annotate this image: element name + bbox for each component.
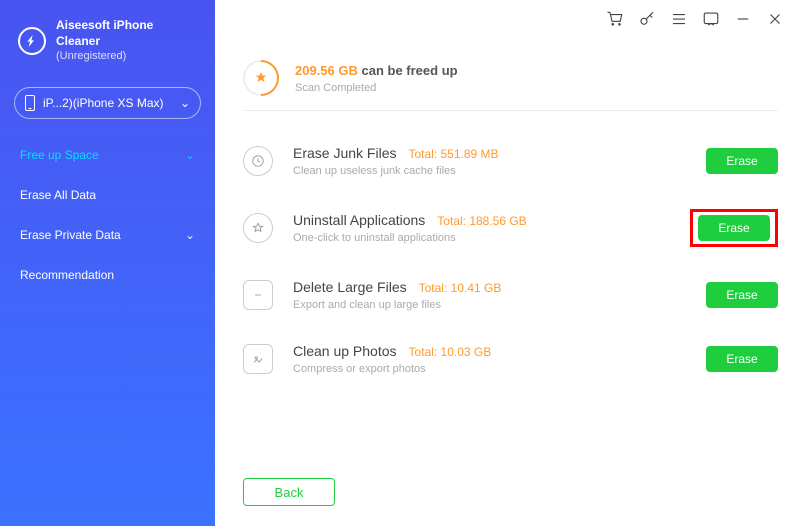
summary-text: 209.56 GB can be freed up Scan Completed [295, 63, 458, 94]
minimize-icon[interactable] [734, 10, 752, 28]
row-photos: Clean up Photos Total: 10.03 GB Compress … [243, 327, 778, 391]
scan-progress-icon [243, 60, 279, 96]
brand: Aiseesoft iPhone Cleaner (Unregistered) [0, 18, 215, 79]
sidebar-item-erase-all[interactable]: Erase All Data [0, 175, 215, 215]
key-icon[interactable] [638, 10, 656, 28]
highlight-box: Erase [690, 209, 778, 247]
phone-icon [25, 95, 35, 111]
brand-logo-icon [18, 27, 46, 55]
chevron-down-icon: ⌄ [185, 148, 195, 162]
sidebar-item-label: Erase All Data [20, 188, 96, 202]
divider [243, 110, 778, 111]
freeable-suffix: can be freed up [362, 63, 458, 78]
sidebar-item-label: Free up Space [20, 148, 99, 162]
row-desc: One-click to uninstall applications [293, 232, 690, 244]
row-total: Total: 10.41 GB [419, 281, 502, 295]
scan-status: Scan Completed [295, 82, 458, 94]
scan-summary: 209.56 GB can be freed up Scan Completed [243, 60, 778, 96]
sidebar: Aiseesoft iPhone Cleaner (Unregistered) … [0, 0, 215, 526]
chevron-down-icon: ⌄ [185, 228, 195, 242]
row-title: Erase Junk Files [293, 145, 396, 161]
row-large-files: Delete Large Files Total: 10.41 GB Export… [243, 263, 778, 327]
row-desc: Clean up useless junk cache files [293, 165, 706, 177]
feedback-icon[interactable] [702, 10, 720, 28]
brand-text: Aiseesoft iPhone Cleaner (Unregistered) [56, 18, 197, 63]
sidebar-item-label: Erase Private Data [20, 228, 121, 242]
row-total: Total: 10.03 GB [409, 345, 492, 359]
freeable-size: 209.56 GB [295, 63, 358, 78]
row-title: Delete Large Files [293, 279, 407, 295]
row-title: Clean up Photos [293, 343, 397, 359]
sidebar-item-recommendation[interactable]: Recommendation [0, 255, 215, 295]
sidebar-item-label: Recommendation [20, 268, 114, 282]
erase-button[interactable]: Erase [706, 346, 778, 372]
star-icon [243, 213, 273, 243]
clock-icon [243, 146, 273, 176]
chevron-down-icon: ⌄ [180, 96, 190, 110]
cart-icon[interactable] [606, 10, 624, 28]
row-desc: Export and clean up large files [293, 299, 706, 311]
back-button[interactable]: Back [243, 478, 335, 506]
image-icon [243, 344, 273, 374]
sidebar-item-erase-private[interactable]: Erase Private Data ⌄ [0, 215, 215, 255]
device-selector[interactable]: iP...2)(iPhone XS Max) ⌄ [14, 87, 201, 119]
main-content: 209.56 GB can be freed up Scan Completed… [215, 0, 800, 526]
brand-title: Aiseesoft iPhone Cleaner [56, 18, 197, 49]
row-title: Uninstall Applications [293, 212, 425, 228]
close-icon[interactable] [766, 10, 784, 28]
row-uninstall-apps: Uninstall Applications Total: 188.56 GB O… [243, 193, 778, 263]
sidebar-item-freeup[interactable]: Free up Space ⌄ [0, 135, 215, 175]
row-total: Total: 551.89 MB [408, 147, 498, 161]
row-desc: Compress or export photos [293, 363, 706, 375]
menu-icon[interactable] [670, 10, 688, 28]
titlebar [606, 10, 784, 28]
device-label: iP...2)(iPhone XS Max) [43, 96, 180, 110]
document-icon [243, 280, 273, 310]
erase-button[interactable]: Erase [698, 215, 770, 241]
row-junk-files: Erase Junk Files Total: 551.89 MB Clean u… [243, 129, 778, 193]
brand-subtitle: (Unregistered) [56, 49, 197, 63]
erase-button[interactable]: Erase [706, 282, 778, 308]
erase-button[interactable]: Erase [706, 148, 778, 174]
row-total: Total: 188.56 GB [437, 214, 526, 228]
